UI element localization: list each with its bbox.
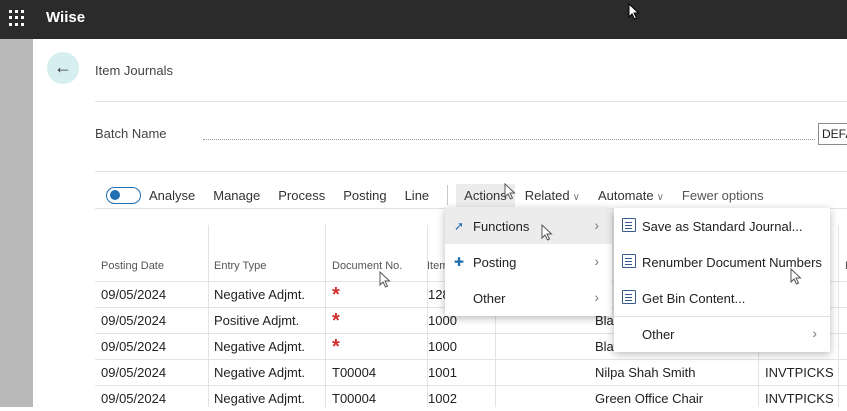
chevron-down-icon: ∨	[656, 191, 664, 203]
save-journal-icon	[622, 218, 636, 232]
menu-item-label: Other	[642, 327, 675, 342]
item-no-cell[interactable]: 1002	[428, 391, 457, 406]
related-menu[interactable]: Related ∨	[525, 188, 580, 203]
related-label: Related	[524, 187, 570, 203]
renumber-icon	[622, 254, 636, 268]
back-arrow-icon[interactable]: ←	[47, 52, 79, 84]
mouse-cursor-icon	[628, 3, 640, 20]
menu-item-label: Other	[473, 291, 506, 306]
menu-item-label: Posting	[473, 255, 517, 270]
automate-menu[interactable]: Automate ∨	[598, 188, 664, 203]
chevron-right-icon: ›	[594, 217, 599, 233]
top-bar: Wiise	[0, 0, 847, 39]
batch-name-leader	[203, 139, 815, 140]
menu-item-label: Save as Standard Journal...	[642, 219, 803, 234]
batch-name-field[interactable]: DEFA	[818, 123, 847, 145]
background-strip	[0, 39, 33, 407]
posting-date-cell[interactable]: 09/05/2024	[101, 339, 166, 354]
item-no-cell[interactable]: 1001	[428, 365, 457, 380]
app-launcher-icon[interactable]	[9, 10, 25, 26]
menu-item-label: Get Bin Content...	[642, 291, 746, 306]
menu-item-other[interactable]: Other ›	[445, 280, 612, 316]
posting-date-cell[interactable]: 09/05/2024	[101, 391, 166, 406]
item-no-cell[interactable]: 1000	[428, 339, 457, 354]
batch-name-label: Batch Name	[95, 126, 167, 141]
action-bar: Analyse Manage Process Posting Line Acti…	[106, 183, 782, 207]
fewer-options-button[interactable]: Fewer options	[682, 188, 764, 203]
actions-dropdown: ➚ Functions › ✚ Posting › Other ›	[445, 208, 612, 316]
posting-date-cell[interactable]: 09/05/2024	[101, 313, 166, 328]
automate-label: Automate	[597, 187, 654, 203]
chevron-down-icon: ∨	[572, 191, 580, 203]
mouse-cursor-icon	[379, 271, 391, 288]
location-cell[interactable]: INVTPICKS	[765, 365, 834, 380]
column-header-document-no[interactable]: Document No.	[332, 260, 402, 272]
divider	[95, 101, 847, 102]
required-indicator: *	[332, 284, 340, 306]
description-cell[interactable]: Green Office Chair	[595, 391, 703, 406]
required-indicator: *	[332, 336, 340, 358]
table-row[interactable]: 09/05/2024 Negative Adjmt. T00004 1001 N…	[95, 359, 847, 385]
document-no-cell[interactable]: T00004	[332, 365, 376, 380]
entry-type-cell[interactable]: Negative Adjmt.	[214, 391, 305, 406]
location-cell[interactable]: INVTPICKS	[765, 391, 834, 406]
mouse-cursor-icon	[504, 183, 516, 200]
app-title: Wiise	[46, 9, 86, 26]
posting-date-cell[interactable]: 09/05/2024	[101, 287, 166, 302]
mouse-cursor-icon	[790, 268, 802, 285]
entry-type-cell[interactable]: Negative Adjmt.	[214, 339, 305, 354]
manage-menu[interactable]: Manage	[213, 188, 260, 203]
chevron-right-icon: ›	[594, 289, 599, 305]
analyse-label: Analyse	[149, 187, 196, 203]
lightning-icon: ➚	[454, 219, 465, 233]
column-header-posting-date[interactable]: Posting Date	[101, 260, 164, 272]
entry-type-cell[interactable]: Negative Adjmt.	[214, 287, 305, 302]
analyse-toggle[interactable]	[106, 186, 141, 204]
divider	[95, 171, 847, 172]
posting-date-cell[interactable]: 09/05/2024	[101, 365, 166, 380]
menu-item-other[interactable]: Other ›	[614, 316, 830, 352]
toolbar-separator	[447, 185, 449, 205]
document-no-cell[interactable]: T00004	[332, 391, 376, 406]
chevron-right-icon: ›	[812, 325, 817, 341]
page-title: Item Journals	[95, 63, 174, 78]
menu-item-get-bin-content[interactable]: Get Bin Content...	[614, 280, 830, 316]
post-icon: ✚	[454, 255, 465, 269]
table-row[interactable]: 09/05/2024 Negative Adjmt. T00004 1002 G…	[95, 385, 847, 411]
process-menu[interactable]: Process	[278, 188, 325, 203]
line-menu[interactable]: Line	[405, 188, 430, 203]
menu-item-label: Functions	[473, 219, 530, 234]
column-header-entry-type[interactable]: Entry Type	[214, 260, 266, 272]
menu-item-functions[interactable]: ➚ Functions ›	[445, 208, 612, 244]
mouse-cursor-icon	[541, 224, 553, 241]
posting-menu[interactable]: Posting	[343, 188, 386, 203]
entry-type-cell[interactable]: Positive Adjmt.	[214, 313, 299, 328]
actions-label: Actions	[464, 187, 507, 203]
required-indicator: *	[332, 310, 340, 332]
entry-type-cell[interactable]: Negative Adjmt.	[214, 365, 305, 380]
menu-item-save-as-standard-journal[interactable]: Save as Standard Journal...	[614, 208, 830, 244]
menu-item-posting[interactable]: ✚ Posting ›	[445, 244, 612, 280]
bin-content-icon	[622, 290, 636, 304]
description-cell[interactable]: Nilpa Shah Smith	[595, 365, 695, 380]
description-cell[interactable]: Bla	[595, 339, 614, 354]
chevron-right-icon: ›	[594, 253, 599, 269]
